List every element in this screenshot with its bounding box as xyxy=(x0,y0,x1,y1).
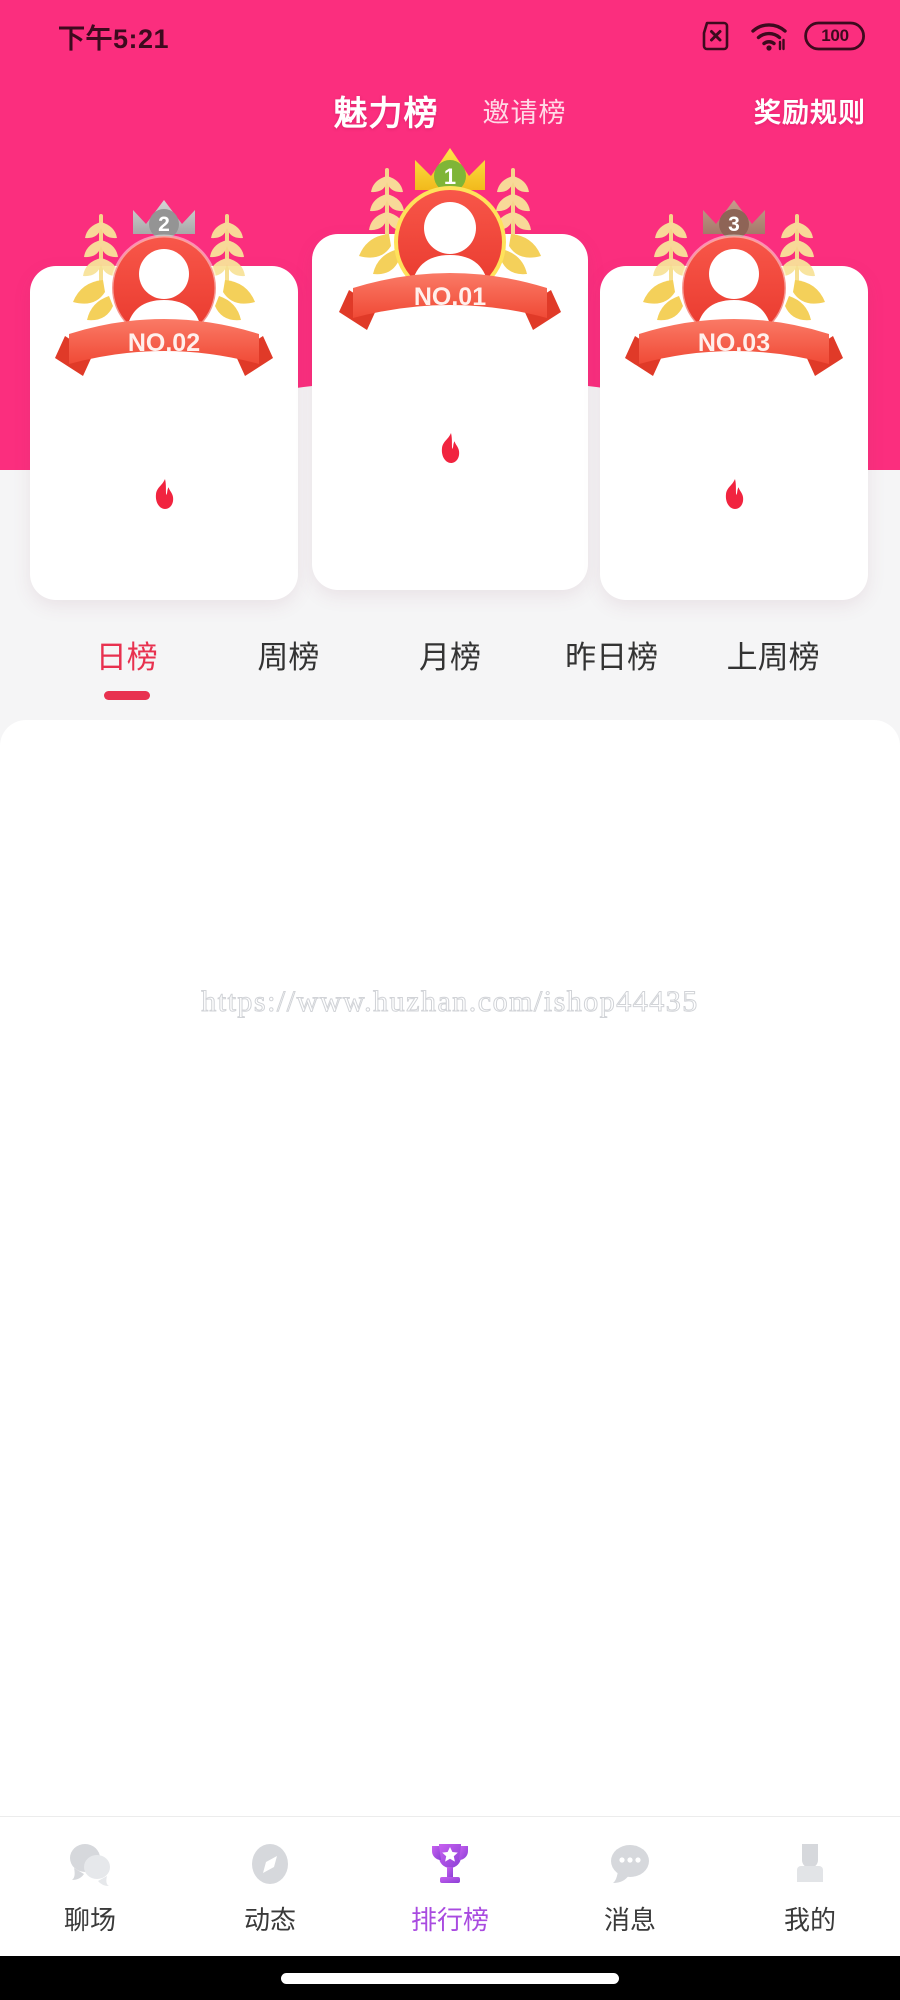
range-tab-yesterday[interactable]: 昨日榜 xyxy=(531,624,693,677)
status-time: 下午5:21 xyxy=(58,23,170,54)
bottom-nav-item-chat-rooms[interactable]: 聊场 xyxy=(0,1836,180,1937)
range-tab-daily[interactable]: 日榜 xyxy=(46,624,208,700)
rank-ribbon: NO.02 xyxy=(55,319,273,376)
watermark-text: https://www.huzhan.com/ishop44435 xyxy=(201,985,699,1019)
wifi-icon xyxy=(751,23,787,51)
laurel-left-icon xyxy=(643,214,689,321)
home-indicator-bar xyxy=(0,1956,900,2000)
flame-icon xyxy=(725,479,744,509)
bottom-nav-item-messages[interactable]: 消息 xyxy=(540,1836,720,1937)
range-tab-label: 昨日榜 xyxy=(565,640,659,675)
bottom-nav-item-profile[interactable]: 我的 xyxy=(720,1836,900,1937)
laurel-right-icon xyxy=(779,214,825,321)
bottom-nav: 聊场 动态 排行榜 消息 我的 xyxy=(0,1816,900,1956)
bottom-nav-label: 排行榜 xyxy=(410,1905,489,1935)
bottom-nav-item-rank[interactable]: 排行榜 xyxy=(360,1836,540,1937)
flame-icon xyxy=(155,479,174,509)
bottom-nav-label: 消息 xyxy=(603,1905,656,1935)
bottom-nav-item-moments[interactable]: 动态 xyxy=(180,1836,360,1937)
range-tab-active-underline xyxy=(103,691,150,700)
podium-badge-rank-1: 1 NO.01 xyxy=(315,142,585,342)
laurel-left-icon xyxy=(73,214,119,321)
rank-ribbon: NO.03 xyxy=(625,319,843,376)
reward-rules-button[interactable]: 奖励规则 xyxy=(754,78,866,142)
range-tab-last-week[interactable]: 上周榜 xyxy=(692,624,854,677)
status-icons: 100 xyxy=(698,20,866,52)
podium-card-rank-2[interactable]: 2 NO.02 xyxy=(30,180,298,600)
crown-icon: 1 xyxy=(415,148,485,192)
tab-charm-rank[interactable]: 魅力榜 xyxy=(334,86,439,135)
bottom-nav-label: 我的 xyxy=(783,1905,836,1935)
crown-rank-number: 1 xyxy=(444,164,456,189)
podium-card-rank-1[interactable]: 1 NO.01 xyxy=(312,148,588,590)
message-icon xyxy=(611,1845,649,1883)
ribbon-label: NO.01 xyxy=(414,283,486,311)
rank-ribbon: NO.01 xyxy=(339,273,561,330)
range-tab-label: 周榜 xyxy=(257,640,320,675)
bottom-nav-label: 聊场 xyxy=(63,1905,116,1935)
range-tab-weekly[interactable]: 周榜 xyxy=(208,624,370,677)
podium-badge-rank-2: 2 NO.02 xyxy=(29,188,299,388)
profile-icon xyxy=(797,1844,823,1882)
flame-icon xyxy=(441,433,460,463)
compass-icon xyxy=(252,1844,288,1884)
ribbon-label: NO.02 xyxy=(128,329,200,357)
battery-level-text: 100 xyxy=(821,26,849,45)
crown-icon: 2 xyxy=(133,200,195,239)
podium-card-rank-3[interactable]: 3 NO.03 xyxy=(600,180,868,600)
range-tab-monthly[interactable]: 月榜 xyxy=(369,624,531,677)
rank-list-panel[interactable]: https://www.huzhan.com/ishop44435 xyxy=(0,720,900,1840)
home-indicator[interactable] xyxy=(281,1972,619,1984)
crown-rank-number: 2 xyxy=(158,213,170,236)
crown-rank-number: 3 xyxy=(728,213,740,236)
chat-rooms-icon xyxy=(70,1844,110,1886)
battery-indicator: 100 xyxy=(804,20,866,52)
ribbon-label: NO.03 xyxy=(698,329,770,357)
rank-range-tabs: 日榜 周榜 月榜 昨日榜 上周榜 xyxy=(0,614,900,710)
range-tab-label: 月榜 xyxy=(418,640,481,675)
laurel-right-icon xyxy=(209,214,255,321)
podium-badge-rank-3: 3 NO.03 xyxy=(599,188,869,388)
bottom-nav-label: 动态 xyxy=(243,1905,296,1935)
header-nav: 魅力榜 邀请榜 奖励规则 xyxy=(0,78,900,142)
tab-invite-rank[interactable]: 邀请榜 xyxy=(483,91,567,130)
range-tab-label: 上周榜 xyxy=(726,640,820,675)
podium: 2 NO.02 1 NO.01 3 NO.03 xyxy=(0,148,900,610)
sim-card-disabled-icon xyxy=(702,21,729,51)
range-tab-label: 日榜 xyxy=(95,640,158,675)
status-bar: 下午5:21 100 xyxy=(0,0,900,72)
crown-icon: 3 xyxy=(703,200,765,239)
trophy-icon xyxy=(432,1844,468,1883)
